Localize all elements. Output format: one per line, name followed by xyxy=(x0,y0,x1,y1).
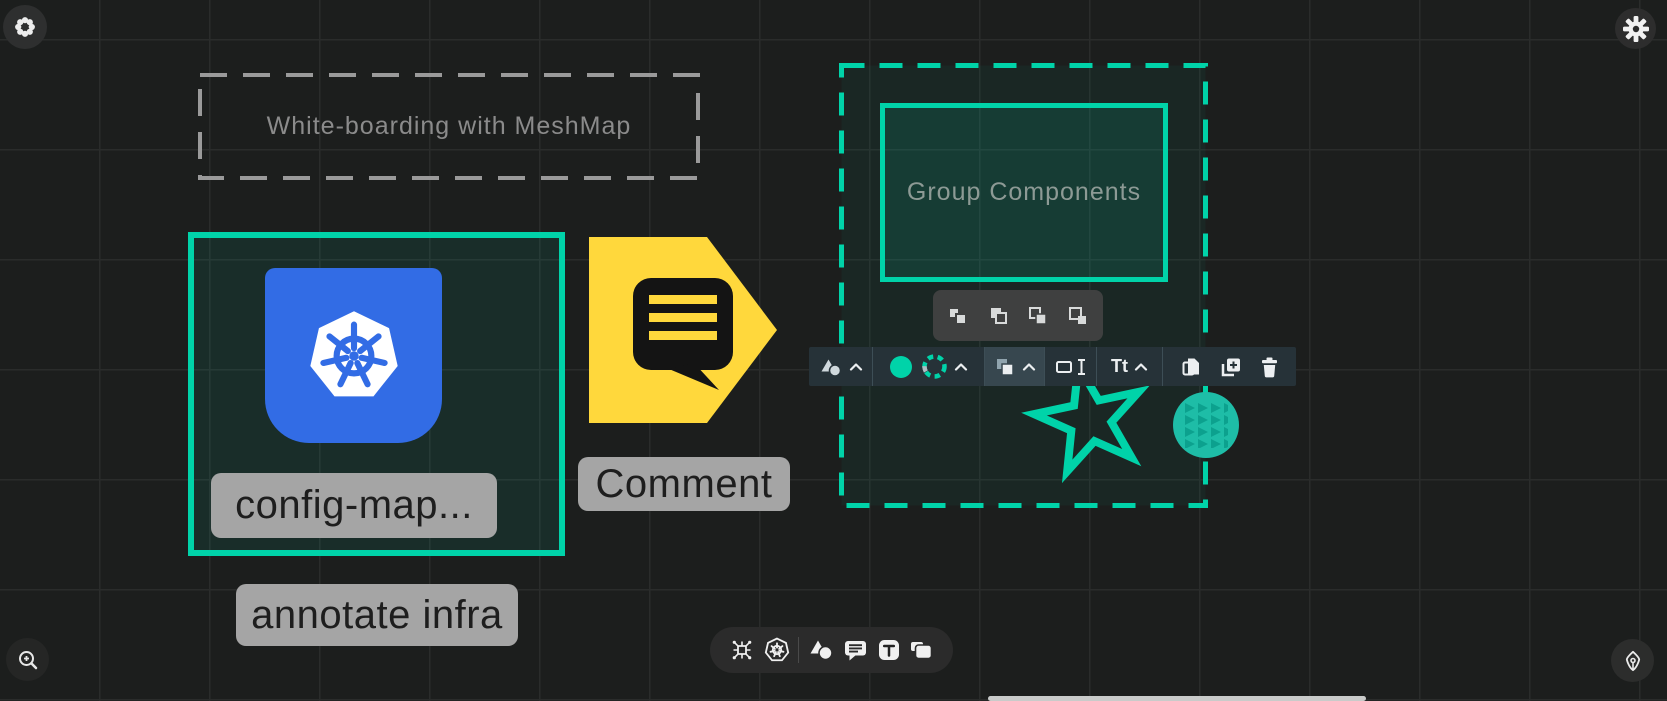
horizontal-scrollbar[interactable] xyxy=(988,696,1366,701)
text-tool-button[interactable] xyxy=(877,638,901,662)
comment-bubble-icon xyxy=(589,237,777,423)
chevron-up-icon xyxy=(1022,363,1036,371)
toolbar-section-shapes xyxy=(809,347,873,386)
resize-width-icon xyxy=(1054,356,1088,378)
text-style-button[interactable]: Tt xyxy=(1111,356,1148,377)
bring-to-front-icon[interactable] xyxy=(943,301,973,331)
layers-icon xyxy=(994,356,1016,378)
delete-button[interactable] xyxy=(1259,356,1279,378)
comment-text: Comment xyxy=(596,462,773,507)
zoom-in-button[interactable] xyxy=(6,638,49,681)
comment-bubble-icon xyxy=(843,638,868,662)
shapes-icon xyxy=(808,638,834,662)
chevron-up-icon xyxy=(1134,363,1148,371)
group-components-label: Group Components xyxy=(907,178,1141,207)
chevron-up-icon xyxy=(954,363,968,371)
kubernetes-tool-button[interactable] xyxy=(764,637,790,663)
arrange-layers-button[interactable] xyxy=(994,356,1036,378)
zoom-in-icon xyxy=(16,648,40,672)
title-text: White-boarding with MeshMap xyxy=(267,112,632,141)
resize-width-button[interactable] xyxy=(1054,356,1088,378)
pen-tool-button[interactable] xyxy=(1611,639,1654,682)
meshery-logo-icon xyxy=(12,14,38,40)
annotation-label[interactable]: annotate infra xyxy=(236,584,518,646)
gear-icon xyxy=(1622,15,1650,43)
arrange-popup xyxy=(933,290,1103,341)
format-toolbar: Tt xyxy=(809,347,1296,386)
node-name-text: config-map... xyxy=(235,483,473,528)
whiteboard-canvas[interactable]: White-boarding with MeshMap Group Compon… xyxy=(0,0,1667,701)
dock-divider xyxy=(798,637,799,663)
shapes-tool-button[interactable] xyxy=(808,638,834,662)
shape-picker-button[interactable] xyxy=(819,357,863,377)
settings-button[interactable] xyxy=(1615,8,1656,49)
send-to-back-icon[interactable] xyxy=(1063,301,1093,331)
integration-circuit-icon xyxy=(729,637,755,663)
annotation-text: annotate infra xyxy=(251,593,503,638)
dashed-circle-icon xyxy=(921,353,948,380)
frame-icon xyxy=(909,639,934,662)
copy-button[interactable] xyxy=(1180,356,1202,378)
toolbar-section-clipboard xyxy=(1163,347,1296,386)
fill-color-swatch[interactable] xyxy=(889,355,913,379)
duplicate-add-icon xyxy=(1220,356,1242,378)
meshery-logo-button[interactable] xyxy=(3,5,47,49)
text-style-icon: Tt xyxy=(1111,356,1128,377)
kubernetes-icon xyxy=(265,268,442,443)
shapes-icon xyxy=(819,357,843,377)
frame-tool-button[interactable] xyxy=(909,639,934,662)
toolbar-section-text: Tt xyxy=(1097,347,1163,386)
send-backward-icon[interactable] xyxy=(1023,301,1053,331)
comment-label[interactable]: Comment xyxy=(578,457,790,511)
trash-icon xyxy=(1259,356,1279,378)
toolbar-section-fill-stroke xyxy=(873,347,985,386)
duplicate-button[interactable] xyxy=(1220,356,1242,378)
node-name-label[interactable]: config-map... xyxy=(211,473,497,538)
title-text-shape[interactable]: White-boarding with MeshMap xyxy=(198,73,700,180)
pattern-circle-shape[interactable] xyxy=(1171,390,1241,460)
kubernetes-icon xyxy=(764,637,790,663)
copy-icon xyxy=(1180,356,1202,378)
bring-forward-icon[interactable] xyxy=(983,301,1013,331)
comment-shape[interactable] xyxy=(589,237,777,423)
stroke-style-button[interactable] xyxy=(921,353,968,380)
group-components-shape[interactable]: Group Components xyxy=(880,103,1168,282)
tools-dock xyxy=(710,627,953,673)
toolbar-section-arrange xyxy=(985,347,1045,386)
chevron-up-icon xyxy=(849,363,863,371)
integration-node-button[interactable] xyxy=(729,637,755,663)
comment-tool-button[interactable] xyxy=(843,638,868,662)
toolbar-section-resize xyxy=(1045,347,1097,386)
pen-nib-icon xyxy=(1621,649,1645,673)
text-icon xyxy=(877,638,901,662)
